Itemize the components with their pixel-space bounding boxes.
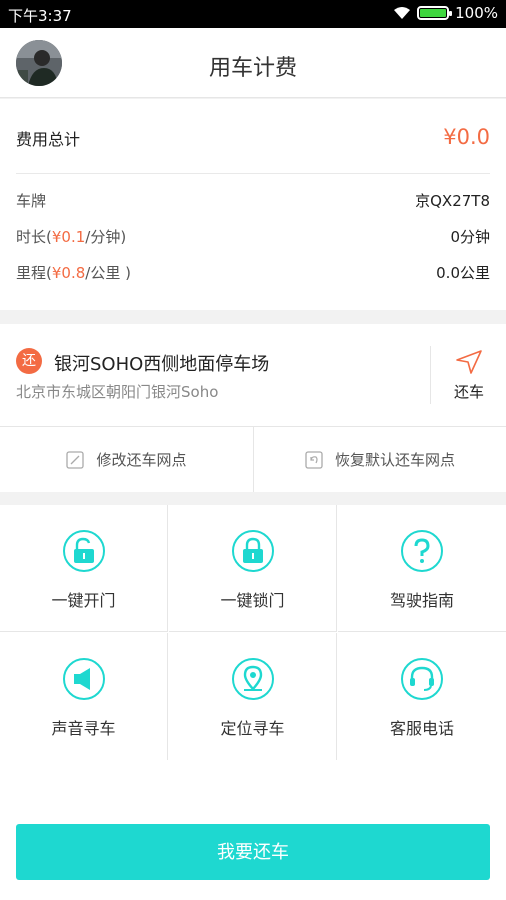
honk-find-car-button[interactable]: 声音寻车 bbox=[0, 633, 168, 760]
total-fee-value: ¥0.0 bbox=[443, 125, 490, 149]
status-right: 100% bbox=[393, 4, 498, 22]
bottom-area: 我要还车 bbox=[0, 760, 506, 900]
action-grid: 一键开门 一键锁门 驾驶指南 声音寻车 定位寻车 客服电话 bbox=[0, 505, 506, 760]
location-pin-icon bbox=[231, 658, 274, 700]
unlock-door-label: 一键开门 bbox=[51, 591, 116, 610]
divider bbox=[430, 346, 431, 404]
mileage-rate: ¥0.8 bbox=[51, 264, 86, 282]
customer-service-label: 客服电话 bbox=[389, 719, 454, 738]
duration-label: 时长(¥0.1/分钟) bbox=[16, 228, 127, 246]
mileage-label: 里程(¥0.8/公里 ) bbox=[16, 264, 131, 282]
location-name: 银河SOHO西侧地面停车场 bbox=[54, 354, 270, 375]
locate-car-button[interactable]: 定位寻车 bbox=[169, 633, 337, 760]
plate-row: 车牌 京QX27T8 bbox=[16, 190, 490, 211]
plate-value: 京QX27T8 bbox=[415, 192, 490, 210]
edit-icon bbox=[66, 450, 85, 469]
duration-rate: ¥0.1 bbox=[51, 228, 86, 246]
wifi-icon bbox=[394, 7, 411, 19]
modify-return-point-label: 修改还车网点 bbox=[96, 451, 187, 469]
header: 用车计费 bbox=[0, 28, 506, 98]
unlock-door-button[interactable]: 一键开门 bbox=[0, 505, 168, 632]
lock-icon bbox=[231, 530, 274, 572]
mileage-value: 0.0公里 bbox=[436, 264, 490, 282]
total-fee-label: 费用总计 bbox=[16, 130, 81, 149]
lock-door-button[interactable]: 一键锁门 bbox=[169, 505, 337, 632]
return-location-card: 还 银河SOHO西侧地面停车场 北京市东城区朝阳门银河Soho 还车 修改还车网… bbox=[0, 324, 506, 492]
honk-find-car-label: 声音寻车 bbox=[51, 719, 116, 738]
mileage-row: 里程(¥0.8/公里 ) 0.0公里 bbox=[16, 262, 490, 283]
headset-icon bbox=[401, 658, 443, 700]
undo-icon bbox=[305, 450, 323, 469]
duration-row: 时长(¥0.1/分钟) 0分钟 bbox=[16, 226, 490, 247]
restore-default-point-button[interactable]: 恢复默认还车网点 bbox=[254, 427, 506, 492]
return-badge: 还 bbox=[16, 348, 42, 374]
fee-card: 费用总计 ¥0.0 车牌 京QX27T8 时长(¥0.1/分钟) 0分钟 里程(… bbox=[0, 99, 506, 310]
location-address: 北京市东城区朝阳门银河Soho bbox=[16, 383, 219, 401]
speaker-icon bbox=[62, 658, 105, 700]
page-title: 用车计费 bbox=[208, 56, 297, 81]
navigation-arrow-icon bbox=[456, 350, 482, 374]
status-time: 下午3:37 bbox=[8, 7, 72, 25]
battery-percent: 100% bbox=[455, 4, 498, 22]
status-bar: 下午3:37 100% bbox=[0, 0, 506, 28]
customer-service-button[interactable]: 客服电话 bbox=[338, 633, 506, 760]
question-icon bbox=[401, 530, 443, 572]
unlock-icon bbox=[62, 530, 105, 572]
restore-default-point-label: 恢复默认还车网点 bbox=[334, 451, 455, 469]
modify-return-point-button[interactable]: 修改还车网点 bbox=[0, 427, 253, 492]
locate-car-label: 定位寻车 bbox=[220, 719, 285, 738]
driving-guide-button[interactable]: 驾驶指南 bbox=[338, 505, 506, 632]
driving-guide-label: 驾驶指南 bbox=[389, 591, 454, 610]
divider bbox=[16, 173, 490, 174]
lock-door-label: 一键锁门 bbox=[220, 591, 285, 610]
return-car-button[interactable]: 我要还车 bbox=[16, 824, 490, 880]
battery-icon bbox=[417, 6, 453, 20]
duration-value: 0分钟 bbox=[450, 228, 490, 246]
plate-label: 车牌 bbox=[16, 192, 47, 210]
return-car-label: 还车 bbox=[453, 383, 484, 401]
return-car-link[interactable]: 还车 bbox=[432, 344, 506, 410]
